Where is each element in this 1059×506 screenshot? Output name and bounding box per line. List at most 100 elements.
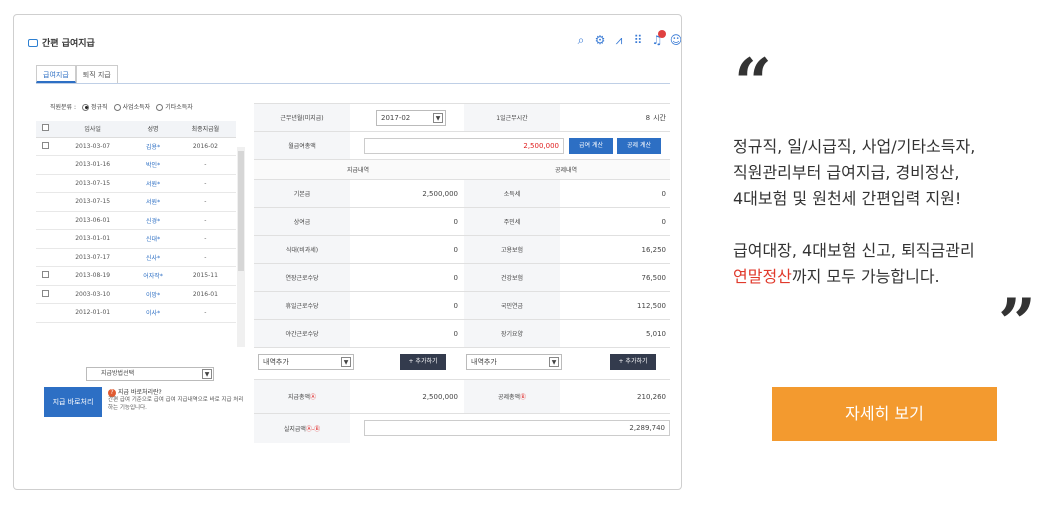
employee-name[interactable]: 어자작* (131, 266, 175, 286)
table-row[interactable]: 2013-07-15 서원* - (36, 174, 236, 193)
checkbox[interactable] (41, 124, 49, 132)
calc-deduct-button[interactable]: 공제 계산 (617, 138, 661, 154)
user-icon[interactable]: ☺ (669, 33, 681, 47)
pay-item-value[interactable]: 0 (350, 320, 462, 347)
last-paid: - (174, 229, 236, 249)
chevron-down-icon: ▼ (433, 113, 443, 123)
deduct-item-value[interactable]: 5,010 (560, 320, 670, 347)
work-month-row: 근무년월(미지급) 2017-02 ▼ 1일근무시간 8 시간 (254, 103, 670, 131)
quote-close-icon: ” (998, 284, 1036, 362)
deduct-item-value[interactable]: 0 (560, 180, 670, 207)
table-row[interactable]: 2013-06-01 신경* - (36, 211, 236, 230)
toolbar-icons: ⌕ ⚙ ⩘ ⠿ ♫ ☺ (574, 30, 681, 47)
monthly-amount-label: 월급여총액 (254, 132, 350, 159)
deduct-item-value[interactable]: 16,250 (560, 236, 670, 263)
table-row[interactable]: 2013-07-15 서원* - (36, 192, 236, 212)
pay-item-value[interactable]: 0 (350, 264, 462, 291)
filter-regular-label: 정규직 (91, 103, 108, 111)
pay-add-button[interactable]: + 추가하기 (400, 354, 446, 370)
row-checkbox-cell (36, 303, 54, 323)
deduct-add-button[interactable]: + 추가하기 (610, 354, 656, 370)
pay-item-label: 휴일근로수당 (254, 292, 350, 319)
grid-icon[interactable]: ⠿ (631, 33, 645, 47)
pay-now-button[interactable]: 지급 바로처리 (44, 387, 102, 417)
deduct-add-select-label: 내역추가 (471, 358, 497, 366)
table-row[interactable]: 2013-07-17 신사* - (36, 248, 236, 267)
tab-payroll[interactable]: 급여지급 (36, 65, 76, 83)
employee-filter: 직원분류 : 정규직 사업소득자 기타소득자 (50, 99, 250, 113)
calc-pay-button[interactable]: 급여 계산 (569, 138, 613, 154)
table-row[interactable]: 2013-01-16 박인* - (36, 155, 236, 175)
deduct-section-title: 공제내역 (554, 167, 578, 174)
row-checkbox-cell[interactable] (36, 266, 54, 286)
filter-regular[interactable]: 정규직 (82, 102, 108, 111)
total-deduct-label: 공제총액 Ⓑ (464, 380, 560, 413)
app-screenshot: 간편 급여지급 ⌕ ⚙ ⩘ ⠿ ♫ ☺ 급여지급 퇴직 지급 직원분류 : 정규… (13, 14, 682, 490)
work-month-select[interactable]: 2017-02 ▼ (376, 110, 446, 126)
pay-item-value[interactable]: 0 (350, 208, 462, 235)
chart-icon[interactable]: ⩘ (612, 33, 626, 47)
pay-item-label: 야간근로수당 (254, 320, 350, 347)
net-pay-row: 실지급액 Ⓐ-Ⓑ 2,289,740 (254, 413, 670, 443)
chevron-down-icon: ▼ (549, 357, 559, 367)
hire-date: 2013-07-15 (54, 174, 132, 193)
promo-line: 직원관리부터 급여지급, 경비정산, (733, 163, 960, 182)
item-row: 상여금 0 주민세 0 (254, 207, 670, 235)
bell-icon[interactable]: ♫ (650, 30, 666, 47)
chevron-down-icon: ▼ (341, 357, 351, 367)
employee-name[interactable]: 서원* (131, 192, 175, 212)
pay-item-value[interactable]: 0 (350, 236, 462, 263)
pay-item-label: 식대(비과세) (254, 236, 350, 263)
total-pay-label: 지급총액 Ⓐ (254, 380, 350, 413)
row-checkbox-cell (36, 192, 54, 212)
scrollbar-thumb[interactable] (238, 151, 244, 271)
search-icon[interactable]: ⌕ (574, 33, 588, 47)
checkbox[interactable] (41, 289, 49, 297)
hire-date: 2013-06-01 (54, 211, 132, 230)
app-title-text: 간편 급여지급 (42, 39, 95, 49)
row-checkbox-cell[interactable] (36, 285, 54, 304)
employee-name[interactable]: 서원* (131, 174, 175, 193)
row-checkbox-cell[interactable] (36, 137, 54, 156)
pay-method-select[interactable]: 지급방법선택 ▼ (86, 367, 214, 381)
pay-item-value[interactable]: 0 (350, 292, 462, 319)
net-pay-label-text: 실지급액 (283, 426, 306, 433)
employee-name[interactable]: 김용* (131, 137, 175, 156)
employee-name[interactable]: 신대* (131, 229, 175, 249)
gear-icon[interactable]: ⚙ (593, 33, 607, 47)
table-row[interactable]: 2003-03-10 이망* 2016-01 (36, 285, 236, 304)
deduct-item-label: 국민연금 (464, 292, 560, 319)
pay-item-value[interactable]: 2,500,000 (350, 180, 462, 207)
employee-name[interactable]: 이사* (131, 303, 175, 323)
total-deduct-marker: Ⓑ (520, 394, 527, 401)
deduct-item-value[interactable]: 112,500 (560, 292, 670, 319)
pay-add-select[interactable]: 내역추가 ▼ (258, 354, 354, 370)
deduct-add-select[interactable]: 내역추가 ▼ (466, 354, 562, 370)
item-row: 휴일근로수당 0 국민연금 112,500 (254, 291, 670, 319)
deduct-item-value[interactable]: 0 (560, 208, 670, 235)
checkbox[interactable] (41, 141, 49, 149)
employee-name[interactable]: 이망* (131, 285, 175, 304)
employee-name[interactable]: 박인* (131, 155, 175, 175)
employee-filter-label: 직원분류 : (50, 103, 77, 111)
select-all-cell[interactable] (36, 121, 54, 138)
deduct-item-label: 주민세 (464, 208, 560, 235)
table-row[interactable]: 2012-01-01 이사* - (36, 303, 236, 323)
row-checkbox-cell (36, 248, 54, 267)
employee-scrollbar[interactable] (237, 147, 245, 347)
employee-name[interactable]: 신경* (131, 211, 175, 230)
filter-business[interactable]: 사업소득자 (113, 102, 150, 111)
promo-text: 정규직, 일/시급직, 사업/기타소득자, 직원관리부터 급여지급, 경비정산,… (733, 134, 975, 290)
daily-hours-unit: 시간 (653, 113, 666, 122)
table-row[interactable]: 2013-01-01 신대* - (36, 229, 236, 249)
table-row[interactable]: 2013-08-19 어자작* 2015-11 (36, 266, 236, 286)
tab-retirement[interactable]: 퇴직 지급 (75, 65, 118, 83)
employee-name[interactable]: 신사* (131, 248, 175, 267)
table-row[interactable]: 2013-03-07 김용* 2016-02 (36, 137, 236, 156)
net-pay-marker: Ⓐ-Ⓑ (305, 426, 321, 433)
checkbox[interactable] (41, 271, 49, 279)
filter-other[interactable]: 기타소득자 (156, 102, 193, 111)
more-details-button[interactable]: 자세히 보기 (772, 387, 997, 441)
deduct-item-value[interactable]: 76,500 (560, 264, 670, 291)
monthly-amount-input[interactable]: 2,500,000 (364, 138, 564, 154)
